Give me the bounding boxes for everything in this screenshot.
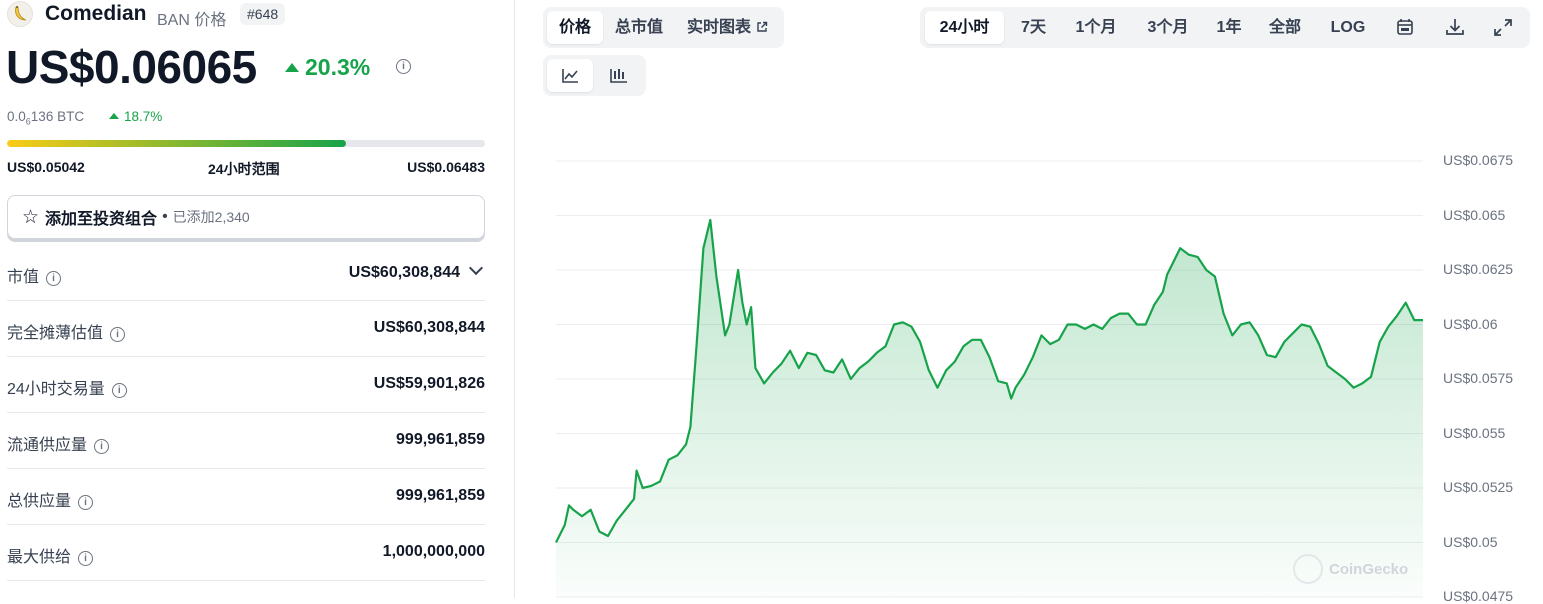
stat-value: US$60,308,844	[373, 319, 485, 336]
y-tick-label: US$0.055	[1443, 424, 1506, 441]
stat-value: 1,000,000,000	[382, 543, 485, 560]
stat-row-circulating-supply: 流通供应量 i 999,961,859	[7, 413, 485, 469]
stat-label-text: 总供应量	[7, 493, 72, 510]
range-high: US$0.06483	[407, 159, 485, 175]
range-label: 24小时范围	[208, 161, 280, 177]
line-chart-button[interactable]	[547, 59, 593, 92]
coin-summary-panel: Comedian BAN 价格 #648 US$0.06065 20.3% i …	[0, 0, 500, 598]
stat-label-text: 市值	[7, 269, 40, 286]
price-line	[555, 218, 1423, 543]
range-1m[interactable]: 1个月	[1066, 11, 1126, 44]
expand-icon	[1494, 19, 1512, 36]
y-tick-label: US$0.0475	[1443, 588, 1514, 604]
calendar-icon	[1397, 19, 1413, 35]
coin-symbol-label: BAN 价格	[157, 12, 227, 29]
stat-row-volume: 24小时交易量 i US$59,901,826	[7, 357, 485, 413]
range-low: US$0.05042	[7, 159, 85, 175]
btc-change-value: 18.7%	[124, 109, 163, 124]
chart-grid	[556, 160, 1423, 598]
coin-name: Comedian	[45, 2, 147, 25]
banana-icon	[15, 6, 27, 21]
line-chart-icon	[562, 69, 578, 83]
external-link-icon	[757, 21, 768, 32]
watermark-text: CoinGecko	[1329, 560, 1409, 578]
star-icon: ☆	[22, 206, 40, 228]
portfolio-added-count: 已添加2,340	[172, 209, 250, 225]
btc-price: 0.06136 BTC	[7, 109, 84, 127]
tab-live-chart[interactable]: 实时图表	[675, 11, 780, 44]
tab-price[interactable]: 价格	[547, 11, 604, 44]
up-arrow-icon	[109, 113, 119, 119]
panel-divider	[514, 0, 515, 598]
price-change-value: 20.3%	[305, 54, 371, 80]
stat-label: 完全摊薄估值 i	[7, 319, 126, 343]
stat-value: 999,961,859	[396, 487, 485, 504]
price-change-24h: 20.3%	[285, 54, 370, 81]
coingecko-watermark: CoinGecko	[1293, 554, 1408, 584]
stat-value: US$60,308,844	[348, 260, 485, 282]
stat-label-text: 最大供给	[7, 549, 72, 566]
range-7d[interactable]: 7天	[1010, 11, 1057, 44]
chevron-down-icon[interactable]	[468, 260, 484, 276]
btc-change: 18.7%	[109, 109, 162, 124]
info-icon[interactable]: i	[110, 327, 126, 342]
y-tick-label: US$0.065	[1443, 206, 1506, 223]
stat-value-text: US$60,308,844	[348, 264, 460, 281]
fullscreen-button[interactable]	[1483, 11, 1523, 44]
add-to-portfolio-button[interactable]: ☆ 添加至投资组合 • 已添加2,340	[7, 195, 485, 239]
range-1y[interactable]: 1年	[1209, 11, 1249, 44]
chart-tabs: 价格 总市值 实时图表	[543, 7, 785, 48]
coin-logo	[7, 1, 33, 27]
price-area-fill	[556, 219, 1423, 597]
stat-value: 999,961,859	[396, 431, 485, 448]
stat-label-text: 24小时交易量	[7, 381, 105, 398]
btc-price-rest: 136 BTC	[30, 109, 85, 124]
stat-label-text: 流通供应量	[7, 437, 88, 454]
y-tick-label: US$0.0675	[1443, 152, 1514, 168]
download-button[interactable]	[1435, 11, 1475, 44]
calendar-button[interactable]	[1385, 11, 1425, 44]
y-tick-label: US$0.0525	[1443, 479, 1514, 495]
tab-market-cap[interactable]: 总市值	[603, 11, 675, 44]
stat-label: 市值 i	[7, 263, 62, 287]
y-tick-label: US$0.05	[1443, 533, 1498, 550]
current-price: US$0.06065	[6, 41, 257, 93]
tab-live-chart-label: 实时图表	[687, 19, 752, 36]
stat-label: 最大供给 i	[7, 543, 94, 567]
info-icon[interactable]: i	[94, 439, 110, 454]
add-to-portfolio-label: 添加至投资组合	[45, 211, 158, 228]
price-info-icon[interactable]: i	[396, 59, 411, 74]
y-tick-label: US$0.0575	[1443, 370, 1514, 386]
range-bar-fill	[7, 140, 347, 147]
candlestick-icon	[610, 69, 627, 83]
range-bar	[7, 140, 485, 147]
info-icon[interactable]: i	[78, 551, 94, 566]
range-24h[interactable]: 24小时	[925, 11, 1004, 44]
stat-value: US$59,901,826	[373, 375, 485, 392]
stat-row-total-supply: 总供应量 i 999,961,859	[7, 469, 485, 525]
stat-label: 流通供应量 i	[7, 431, 110, 455]
chart-type-toggle	[543, 55, 646, 96]
range-3m[interactable]: 3个月	[1136, 11, 1200, 44]
stat-label: 24小时交易量 i	[7, 375, 127, 399]
up-arrow-icon	[285, 63, 299, 72]
rank-badge: #648	[240, 3, 286, 25]
range-log[interactable]: LOG	[1323, 11, 1373, 44]
y-tick-label: US$0.0625	[1443, 261, 1514, 277]
candlestick-chart-button[interactable]	[596, 59, 642, 92]
stat-row-market-cap[interactable]: 市值 i US$60,308,844	[7, 245, 485, 301]
stat-row-fdv: 完全摊薄估值 i US$60,308,844	[7, 301, 485, 357]
info-icon[interactable]: i	[111, 383, 127, 398]
range-all[interactable]: 全部	[1261, 11, 1309, 44]
stat-row-max-supply: 最大供给 i 1,000,000,000	[7, 525, 485, 581]
download-icon	[1446, 19, 1464, 35]
btc-price-prefix: 0.0	[7, 109, 26, 124]
y-tick-label: US$0.06	[1443, 315, 1498, 332]
gecko-icon	[1293, 554, 1323, 584]
time-range-toggle: 24小时 7天 1个月 3个月 1年 全部 LOG	[920, 7, 1530, 48]
stat-label: 总供应量 i	[7, 487, 94, 511]
info-icon[interactable]: i	[46, 271, 62, 286]
stat-label-text: 完全摊薄估值	[7, 325, 104, 342]
info-icon[interactable]: i	[78, 495, 94, 510]
